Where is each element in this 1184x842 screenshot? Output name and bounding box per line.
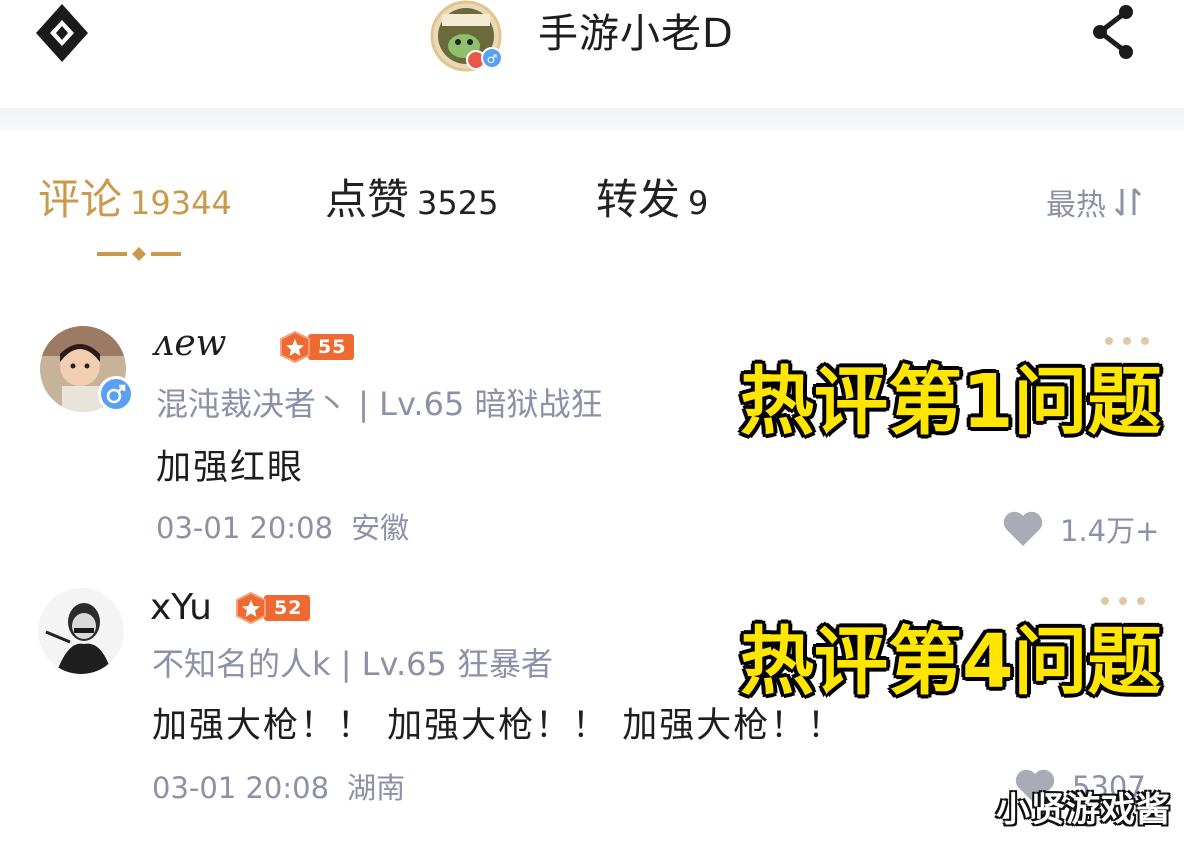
commenter-avatar-wrap xyxy=(38,588,126,676)
comment-meta: 03-01 20:08 湖南 xyxy=(152,770,405,806)
level-badge: 52 xyxy=(234,591,311,625)
watermark: 小贤游戏酱 xyxy=(996,790,1171,830)
comment-date: 03-01 20:08 xyxy=(152,771,330,805)
comment-item: xYu 52 不知名的人k | Lv.65 狂暴者 加强大枪！！ 加强大枪！！ … xyxy=(0,0,1184,842)
commenter-game-title: 不知名的人k | Lv.65 狂暴者 xyxy=(152,645,554,683)
comment-text: 加强大枪！！ 加强大枪！！ 加强大枪！！ xyxy=(152,706,845,746)
commenter-name[interactable]: xYu xyxy=(150,586,212,630)
level-star-icon xyxy=(236,591,266,625)
overlay-caption: 热评第4问题 xyxy=(739,619,1163,706)
commenter-avatar[interactable] xyxy=(38,588,124,674)
level-number: 52 xyxy=(264,595,311,621)
comment-region: 湖南 xyxy=(347,771,406,805)
more-options-icon[interactable] xyxy=(1098,593,1148,609)
level-star-icon xyxy=(280,330,310,364)
